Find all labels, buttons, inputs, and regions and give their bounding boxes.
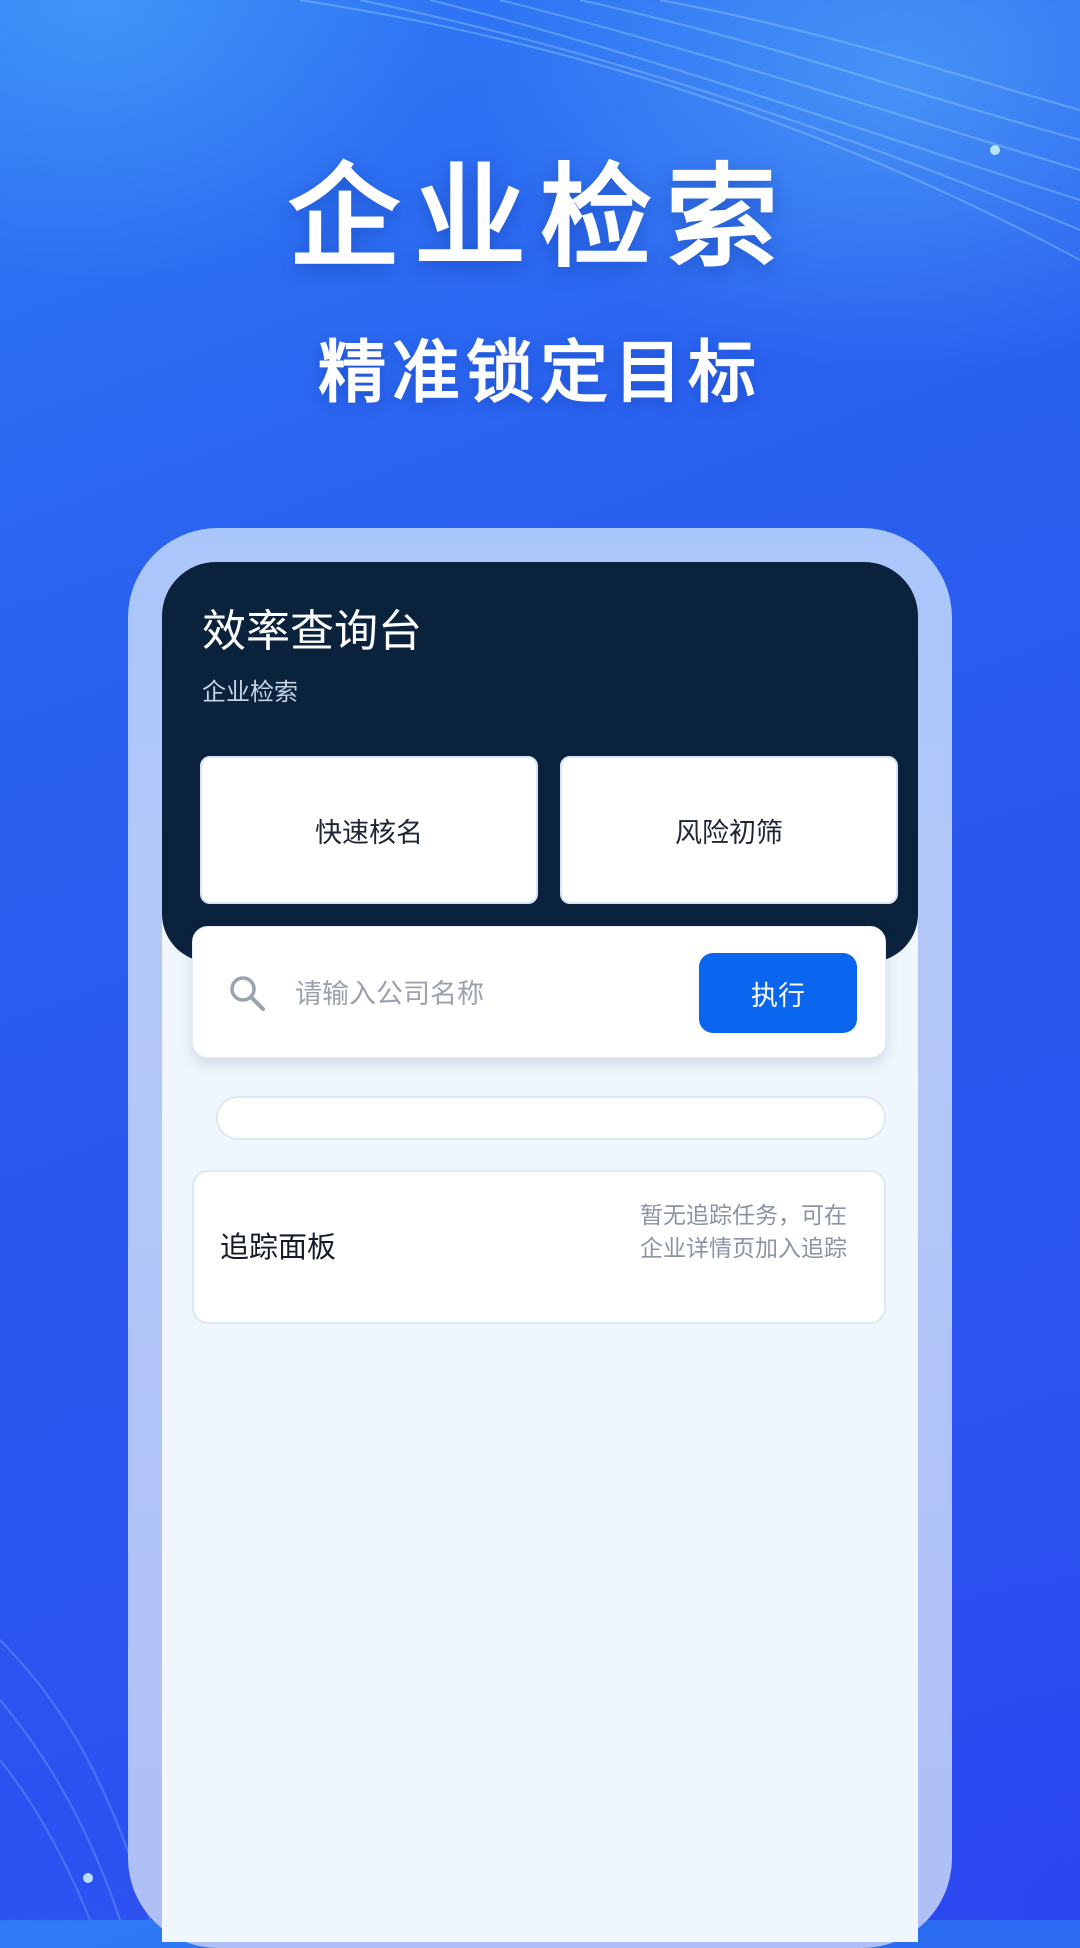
search-bar: 执行 <box>192 926 886 1058</box>
app-title: 效率查询台 <box>202 606 422 657</box>
quick-name-check-button[interactable]: 快速核名 <box>200 756 538 904</box>
execute-button-label: 执行 <box>751 980 805 1012</box>
tracking-panel[interactable]: 追踪面板 暂无追踪任务，可在企业详情页加入追踪 <box>192 1170 886 1324</box>
sparkle-dot <box>990 145 1000 155</box>
quick-action-label: 快速核名 <box>315 817 423 849</box>
tracking-empty-text: 暂无追踪任务，可在企业详情页加入追踪 <box>640 1203 847 1263</box>
phone-screen: 效率查询台 企业检索 快速核名 风险初筛 执行 追踪面板 暂无追踪任务，可在企业… <box>162 562 918 1942</box>
tracking-panel-title: 追踪面板 <box>220 1230 337 1264</box>
app-subtitle: 企业检索 <box>202 678 298 706</box>
company-name-search-input[interactable] <box>293 963 677 1025</box>
execute-button[interactable]: 执行 <box>699 953 857 1033</box>
hero-subtitle: 精准锁定目标 <box>317 334 762 413</box>
search-icon <box>230 976 265 1011</box>
results-placeholder-bar <box>216 1096 886 1140</box>
app-header: 效率查询台 企业检索 快速核名 风险初筛 <box>162 562 918 962</box>
hero-title: 企业检索 <box>288 153 792 283</box>
risk-screening-button[interactable]: 风险初筛 <box>560 756 898 904</box>
quick-action-label: 风险初筛 <box>675 817 783 849</box>
sparkle-dot <box>83 1873 93 1883</box>
